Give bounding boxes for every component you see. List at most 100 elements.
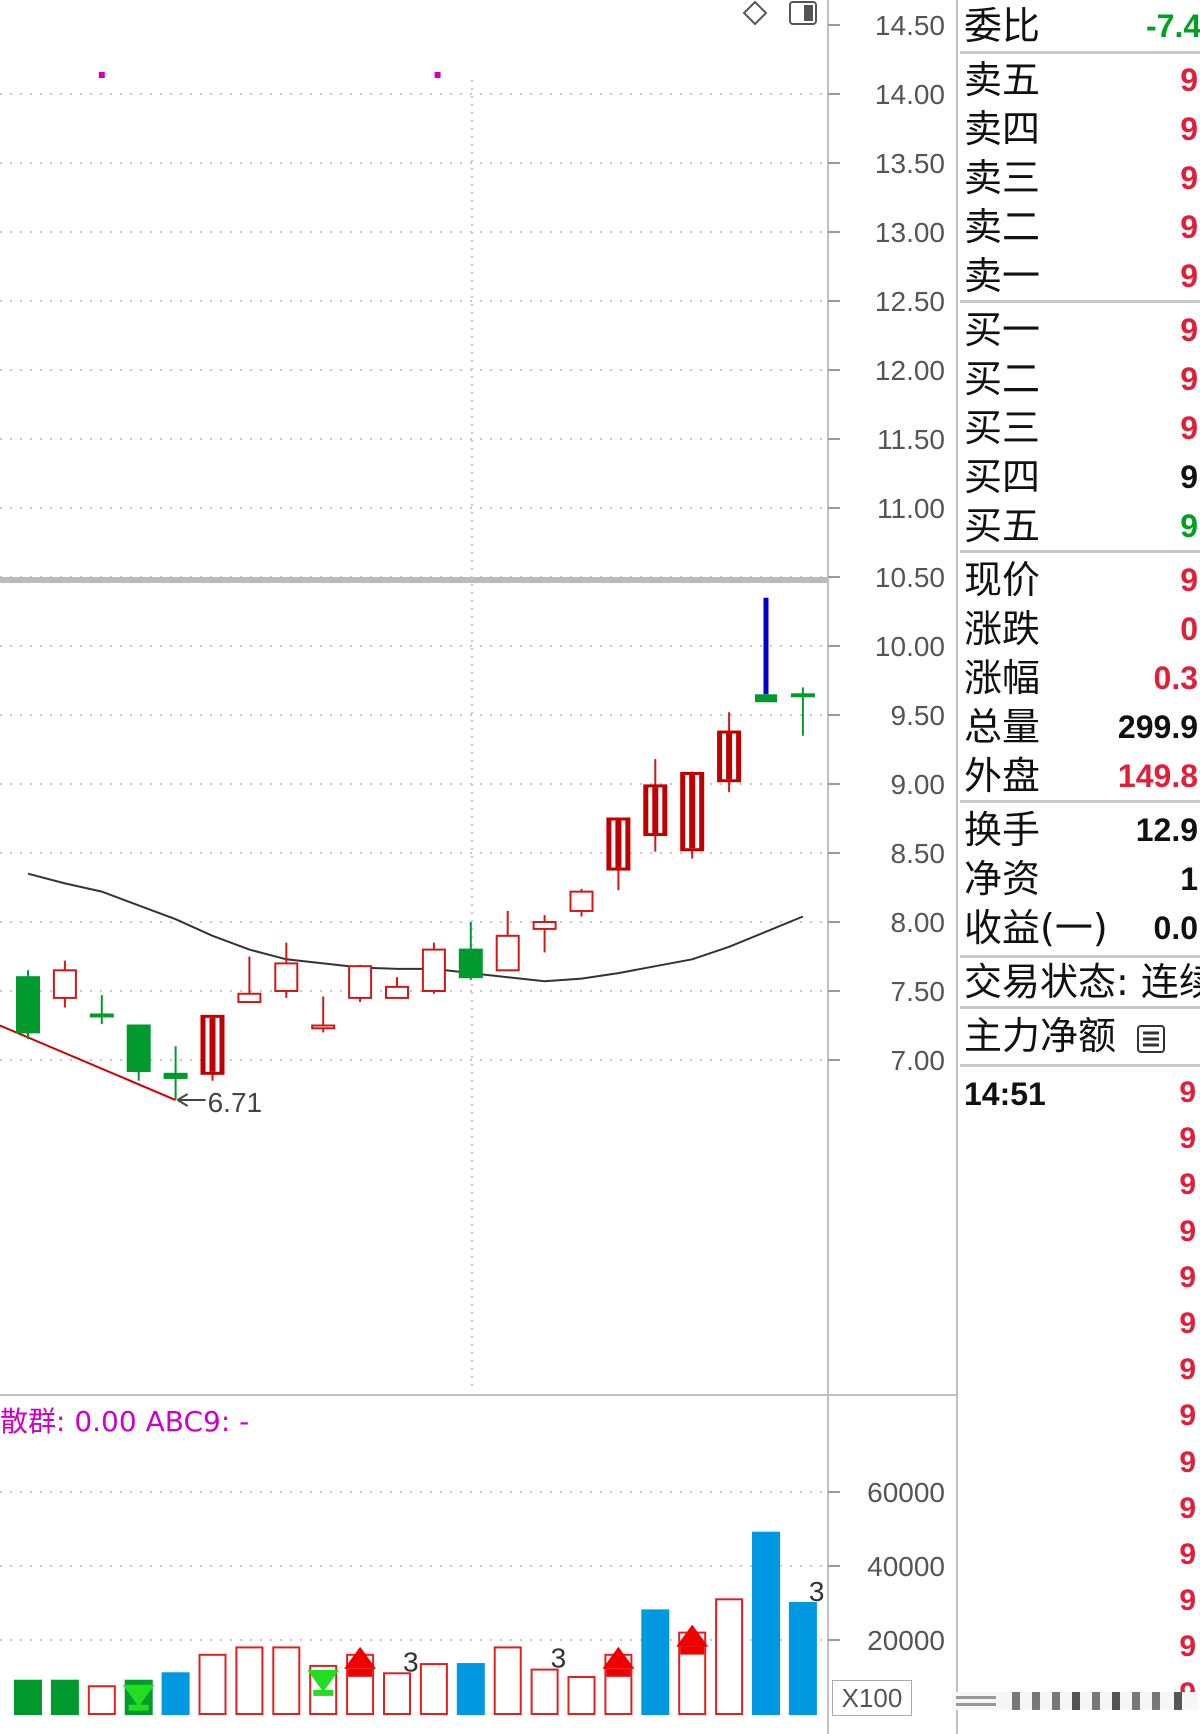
list-icon[interactable] xyxy=(1136,1024,1166,1054)
buy-level-value: 9 xyxy=(1180,312,1198,348)
candle-body xyxy=(237,992,262,1004)
candle-body xyxy=(52,969,77,999)
tick-price: 9 xyxy=(1179,1307,1196,1340)
main-force-row[interactable]: 主力净额 xyxy=(958,1012,1200,1060)
volume-axis: 60000 40000 20000 xyxy=(828,1477,945,1656)
candle-body xyxy=(532,921,557,930)
candle xyxy=(421,942,446,994)
sell-level-value: 9 xyxy=(1180,209,1198,245)
buy-level[interactable]: 买三 9 xyxy=(958,404,1200,452)
price-tick-label: 13.00 xyxy=(875,217,945,248)
quote-item-value: 0.3 xyxy=(1153,660,1198,696)
buy-signal-icon xyxy=(606,1668,631,1677)
quote-item-label: 涨跌 xyxy=(964,607,1041,651)
sell-level[interactable]: 卖五 9 xyxy=(958,56,1200,104)
sell-level[interactable]: 卖二 9 xyxy=(958,203,1200,251)
candle-body xyxy=(16,976,40,1034)
price-tick-label: 9.00 xyxy=(891,769,946,800)
quote-item-label: 外盘 xyxy=(964,754,1041,798)
candle-body xyxy=(458,948,483,979)
sell-level[interactable]: 卖一 9 xyxy=(958,252,1200,300)
scroll-bar-icon[interactable] xyxy=(952,1692,1198,1710)
candle-body-core xyxy=(689,774,696,849)
quote-item[interactable]: 涨幅 0.3 xyxy=(958,654,1200,702)
tick-price: 9 xyxy=(1179,1538,1196,1571)
separator xyxy=(960,800,1200,803)
candle-body xyxy=(421,948,446,992)
weibi-value: -7.4 xyxy=(1146,8,1200,44)
price-tick-label: 7.00 xyxy=(891,1045,946,1076)
tick-price: 9 xyxy=(1179,1491,1196,1525)
quote-item[interactable]: 总量 299.9 xyxy=(958,703,1200,751)
candle xyxy=(606,817,631,891)
sell-level[interactable]: 卖四 9 xyxy=(958,105,1200,153)
quote-item[interactable]: 现价 9 xyxy=(958,556,1200,604)
indicator-dots xyxy=(98,72,441,78)
price-tick-label: 8.50 xyxy=(891,838,946,869)
volume-tick-label: 40000 xyxy=(867,1551,945,1582)
quote-item[interactable]: 涨跌 0 xyxy=(958,605,1200,653)
price-tick-label: 14.00 xyxy=(875,79,945,110)
candle xyxy=(52,960,77,1008)
low-price-label: 6.71 xyxy=(208,1087,263,1118)
volume-tick-label: 60000 xyxy=(867,1477,945,1508)
candle xyxy=(458,922,483,980)
buy-level-value: 9 xyxy=(1180,459,1198,495)
quote-item-value: 0 xyxy=(1180,611,1198,647)
indicator-label: 散群: 0.00 ABC9: - xyxy=(0,1405,250,1438)
volume-bar xyxy=(383,1672,411,1716)
candle-body-core xyxy=(615,820,622,868)
volume-bar xyxy=(161,1672,190,1716)
stat-item-value: 12.9 xyxy=(1135,812,1198,848)
quote-item-value: 299.9 xyxy=(1117,709,1198,745)
candle xyxy=(89,995,114,1025)
quote-item[interactable]: 外盘 149.8 xyxy=(958,752,1200,800)
stat-item[interactable]: 净资 1 xyxy=(958,855,1200,903)
sell-level-value: 9 xyxy=(1180,62,1198,98)
price-tick-label: 14.50 xyxy=(875,10,945,41)
volume-unit-button[interactable]: X100 xyxy=(832,1680,912,1716)
buy-level-label: 买四 xyxy=(964,455,1041,499)
separator xyxy=(960,1064,1200,1067)
volume-bar-label: 3 xyxy=(551,1643,567,1674)
weibi-row: 委比 -7.4 xyxy=(958,2,1200,50)
candle xyxy=(532,915,557,953)
stat-item[interactable]: 换手 12.9 xyxy=(958,806,1200,854)
price-tick-label: 13.50 xyxy=(875,148,945,179)
quote-panel: 委比 -7.4 卖五 9 卖四 9 卖三 9 卖二 9 卖一 9 买一 9 买二 9 买三 9 买四 9 买五 9 … xyxy=(958,0,1200,1734)
candle xyxy=(755,597,777,703)
buy-level-value: 9 xyxy=(1180,508,1198,544)
sell-level-value: 9 xyxy=(1180,160,1198,196)
tick-price: 9 xyxy=(1179,1214,1196,1248)
diamond-icon[interactable] xyxy=(742,0,768,26)
buy-level[interactable]: 买四 9 xyxy=(958,453,1200,501)
tick-price: 9 xyxy=(1179,1168,1196,1202)
sell-level[interactable]: 卖三 9 xyxy=(958,154,1200,202)
tick-time: 14:51 xyxy=(964,1076,1046,1112)
quote-item-label: 现价 xyxy=(964,558,1041,602)
stat-item[interactable]: 收益(一) 0.0 xyxy=(958,904,1200,952)
panel-toggle-icon[interactable] xyxy=(789,1,817,25)
volume-bar xyxy=(715,1598,744,1716)
tick-price: 9 xyxy=(1179,1445,1196,1479)
tick-price: 9 xyxy=(1179,1584,1196,1618)
candle xyxy=(569,888,594,917)
buy-level-label: 买五 xyxy=(964,504,1041,548)
buy-level[interactable]: 买五 9 xyxy=(958,502,1200,550)
candle xyxy=(126,1024,151,1081)
candle-body-core xyxy=(209,1017,216,1072)
buy-level[interactable]: 买二 9 xyxy=(958,355,1200,403)
buy-level-label: 买三 xyxy=(964,406,1041,450)
volume-bar xyxy=(198,1653,227,1716)
candle-body xyxy=(126,1024,151,1073)
moving-average xyxy=(27,872,804,983)
price-tick-label: 7.50 xyxy=(891,976,946,1007)
tick-price: 9 xyxy=(1179,1076,1196,1109)
candle xyxy=(163,1046,188,1101)
volume-bar xyxy=(87,1685,116,1715)
stat-item-label: 净资 xyxy=(964,857,1041,901)
tick-price: 9 xyxy=(1179,1122,1196,1156)
sell-level-label: 卖四 xyxy=(964,107,1041,151)
buy-level-value: 9 xyxy=(1180,361,1198,397)
buy-level[interactable]: 买一 9 xyxy=(958,306,1200,354)
